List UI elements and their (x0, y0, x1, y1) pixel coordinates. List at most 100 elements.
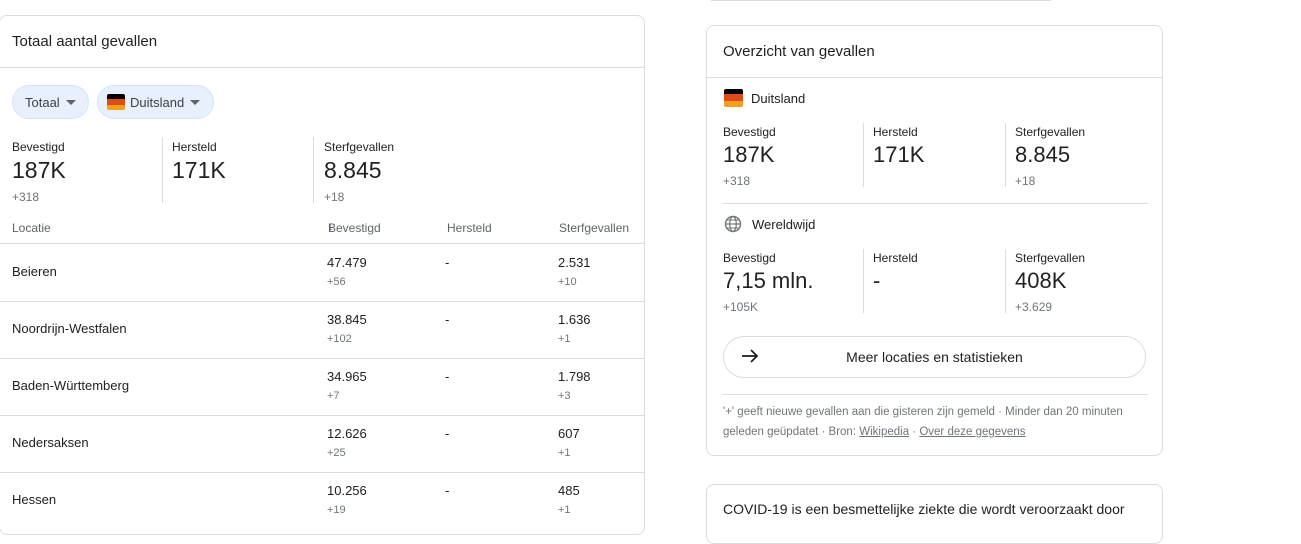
chevron-down-icon (190, 99, 201, 105)
col-location[interactable]: Locatie (12, 221, 51, 235)
row-location: Hessen (12, 492, 57, 507)
about-data-link[interactable]: Over deze gegevens (919, 426, 1025, 438)
germany-stat-deaths: Sterfgevallen 8.845 +18 (1015, 125, 1085, 188)
row-confirmed-delta: +19 (327, 504, 346, 516)
row-confirmed-delta: +102 (327, 333, 352, 345)
total-cases-card: Totaal aantal gevallen Totaal Duitsland … (0, 15, 645, 535)
table-row[interactable]: Hessen 10.256 +19 - 485 +1 (0, 472, 644, 529)
stat-delta: +318 (12, 190, 40, 204)
germany-flag-icon (107, 94, 125, 110)
stat-value: 8.845 (324, 157, 382, 183)
col-recovered[interactable]: Hersteld (447, 221, 492, 235)
footer-note: '+' geeft nieuwe gevallen aan die gister… (723, 406, 1123, 438)
row-deaths: 607 (558, 426, 580, 441)
covid-info-text: COVID-19 is een besmettelijke ziekte die… (723, 501, 1125, 517)
row-confirmed-delta: +56 (327, 276, 346, 288)
arrow-right-icon (742, 349, 759, 363)
row-recovered: - (445, 426, 450, 441)
stat-delta: +105K (723, 300, 759, 314)
row-recovered: - (445, 483, 450, 498)
row-deaths-delta: +3 (558, 390, 571, 402)
stat-deaths: Sterfgevallen 8.845 +18 (324, 140, 394, 204)
stat-delta: +18 (1015, 174, 1036, 188)
table-header: Locatie Bevestigd ↓ Hersteld Sterfgevalle… (0, 221, 644, 244)
world-stat-confirmed: Bevestigd 7,15 mln. +105K (723, 251, 814, 314)
stat-value: 171K (172, 157, 226, 183)
row-deaths-delta: +10 (558, 276, 577, 288)
stat-delta: +3.629 (1015, 300, 1053, 314)
wikipedia-link[interactable]: Wikipedia (859, 426, 909, 438)
row-location: Baden-Württemberg (12, 378, 130, 393)
row-confirmed: 38.845 (327, 312, 367, 327)
row-deaths: 485 (558, 483, 580, 498)
row-location: Noordrijn-Westfalen (12, 321, 127, 336)
country-label: Duitsland (130, 94, 185, 110)
stat-divider (313, 137, 314, 203)
stat-divider (162, 137, 163, 203)
row-location: Nedersaksen (12, 435, 89, 450)
stat-label: Bevestigd (12, 140, 65, 154)
region-germany: Duitsland (724, 89, 805, 107)
more-locations-label: Meer locaties en statistieken (846, 349, 1023, 365)
stat-value: 171K (873, 142, 925, 167)
stat-value: - (873, 268, 881, 293)
stat-divider (1005, 249, 1006, 313)
row-confirmed: 47.479 (327, 255, 367, 270)
stat-value: 187K (12, 157, 66, 183)
stat-divider (1005, 123, 1006, 187)
stat-label: Bevestigd (723, 251, 776, 265)
row-deaths: 1.798 (558, 369, 591, 384)
row-confirmed-delta: +7 (327, 390, 340, 402)
stat-delta: +18 (324, 190, 345, 204)
top-divider (711, 0, 1051, 1)
row-confirmed: 34.965 (327, 369, 367, 384)
col-deaths[interactable]: Sterfgevallen (559, 221, 629, 235)
germany-stat-confirmed: Bevestigd 187K +318 (723, 125, 776, 188)
col-confirmed-label: Bevestigd (328, 221, 381, 235)
stat-label: Sterfgevallen (324, 140, 395, 154)
row-deaths: 1.636 (558, 312, 591, 327)
table-row[interactable]: Noordrijn-Westfalen 38.845 +102 - 1.636 … (0, 301, 644, 359)
row-recovered: - (445, 369, 450, 384)
stat-label: Hersteld (873, 251, 918, 265)
stat-value: 8.845 (1015, 142, 1071, 167)
region-name: Wereldwijd (752, 216, 816, 232)
stat-value: 7,15 mln. (723, 268, 814, 293)
table-row[interactable]: Nedersaksen 12.626 +25 - 607 +1 (0, 415, 644, 473)
total-cases-title: Totaal aantal gevallen (0, 16, 644, 68)
row-deaths-delta: +1 (558, 333, 571, 345)
stat-confirmed: Bevestigd 187K +318 (12, 140, 66, 204)
stat-label: Sterfgevallen (1015, 251, 1086, 265)
row-confirmed: 12.626 (327, 426, 367, 441)
row-location: Beieren (12, 264, 57, 279)
stat-recovered: Hersteld 171K (172, 140, 226, 184)
section-divider (723, 394, 1148, 395)
total-filter-dropdown[interactable]: Totaal (12, 85, 89, 119)
overview-title: Overzicht van gevallen (707, 26, 1162, 78)
stat-divider (863, 123, 864, 187)
total-filter-label: Totaal (25, 94, 60, 110)
stat-label: Hersteld (172, 140, 217, 154)
world-stat-recovered: Hersteld - (873, 251, 918, 294)
stat-delta: +318 (723, 174, 751, 188)
row-deaths: 2.531 (558, 255, 591, 270)
section-divider (723, 203, 1148, 204)
stat-value: 187K (723, 142, 775, 167)
more-locations-button[interactable]: Meer locaties en statistieken (723, 336, 1146, 378)
chevron-down-icon (65, 99, 76, 105)
row-deaths-delta: +1 (558, 504, 571, 516)
country-dropdown[interactable]: Duitsland (97, 85, 214, 119)
case-overview-card: Overzicht van gevallen Duitsland Bevesti… (706, 25, 1163, 456)
covid-info-card: COVID-19 is een besmettelijke ziekte die… (706, 484, 1163, 544)
sort-down-icon: ↓ (328, 221, 334, 233)
germany-stat-recovered: Hersteld 171K (873, 125, 924, 168)
table-row[interactable]: Beieren 47.479 +56 - 2.531 +10 (0, 244, 644, 302)
stat-value: 408K (1015, 268, 1067, 293)
table-row[interactable]: Baden-Württemberg 34.965 +7 - 1.798 +3 (0, 358, 644, 416)
globe-icon (724, 215, 742, 233)
stat-label: Sterfgevallen (1015, 125, 1086, 139)
row-confirmed-delta: +25 (327, 447, 346, 459)
row-confirmed: 10.256 (327, 483, 367, 498)
stat-divider (863, 249, 864, 313)
world-stat-deaths: Sterfgevallen 408K +3.629 (1015, 251, 1085, 314)
